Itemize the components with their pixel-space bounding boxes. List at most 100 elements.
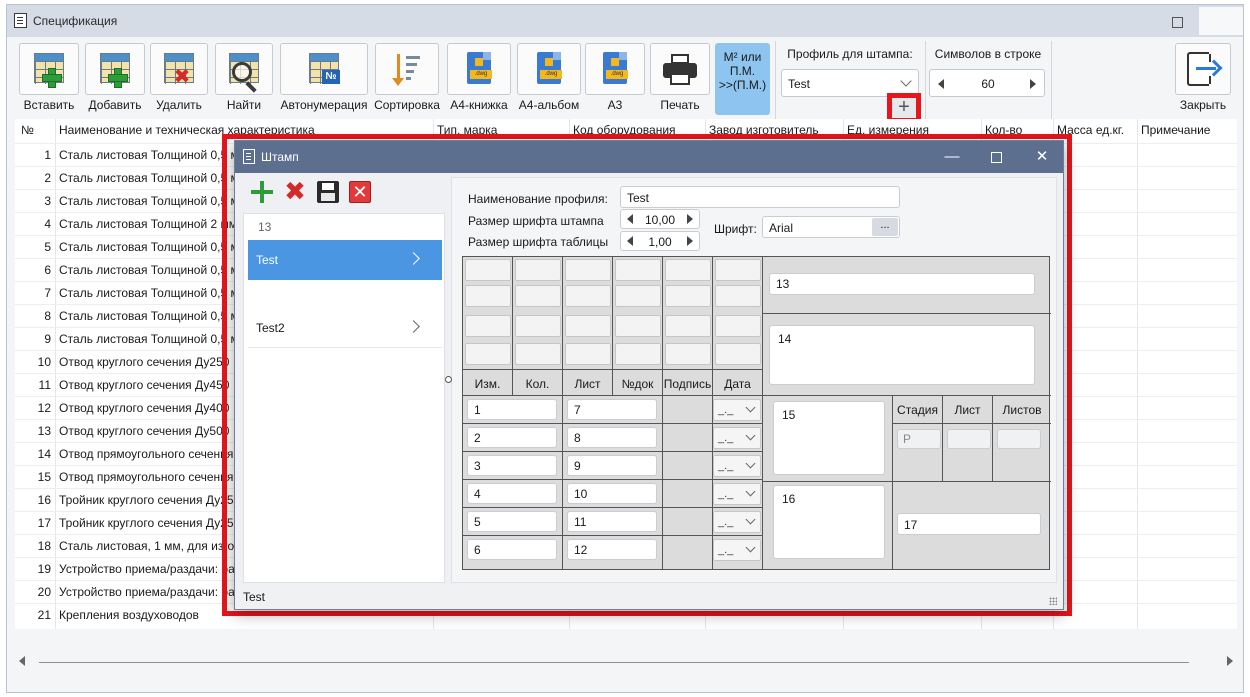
stamp-cell-input[interactable] — [565, 343, 611, 365]
find-button[interactable]: Найти — [213, 43, 275, 115]
stamp-sheet-input[interactable]: 9 — [567, 455, 657, 476]
row-name: Устройство приема/раздачи: ра — [59, 585, 235, 599]
dialog-maximize-button[interactable] — [981, 146, 1011, 168]
font-browse-button[interactable]: ... — [872, 218, 898, 236]
symbols-spinner[interactable]: 60 — [929, 69, 1045, 97]
sheet-input[interactable] — [947, 429, 991, 449]
stamp-date-dropdown[interactable]: _._ — [713, 483, 761, 505]
row-number: 21 — [37, 608, 51, 622]
resize-grip-icon[interactable] — [1049, 597, 1057, 605]
close-label: Закрыть — [1179, 98, 1227, 112]
stamp-cell-input[interactable] — [465, 343, 511, 365]
autonumber-button[interactable]: № Автонумерация — [277, 43, 371, 115]
decrement-icon[interactable] — [627, 214, 633, 224]
table-font-size-spinner[interactable]: 1,00 — [620, 231, 700, 251]
stamp-date-dropdown[interactable]: _._ — [713, 427, 761, 449]
dialog-minimize-button[interactable]: — — [937, 146, 967, 168]
stamp-cell-input[interactable] — [615, 343, 661, 365]
field-15-input[interactable]: 15 — [773, 401, 885, 475]
stamp-izm-input[interactable]: 3 — [467, 455, 557, 476]
scroll-right-icon[interactable] — [1227, 656, 1233, 666]
stamp-cell-input[interactable] — [615, 285, 661, 307]
field-17-input[interactable]: 17 — [897, 513, 1041, 535]
stamp-cell-input[interactable] — [565, 285, 611, 307]
stamp-izm-input[interactable]: 2 — [467, 427, 557, 448]
a3-button[interactable]: .dwg А3 — [583, 43, 647, 115]
stamp-izm-input[interactable]: 6 — [467, 539, 557, 560]
stamp-sheet-input[interactable]: 7 — [567, 399, 657, 420]
toolbar-separator — [925, 41, 926, 119]
field-13-input[interactable]: 13 — [769, 273, 1035, 295]
row-number: 10 — [37, 355, 51, 369]
printer-icon — [663, 54, 697, 86]
stamp-cell-input[interactable] — [515, 343, 561, 365]
a4-landscape-button[interactable]: .dwg А4-альбом — [515, 43, 583, 115]
chevron-down-icon — [900, 75, 912, 87]
insert-button[interactable]: Вставить — [17, 43, 81, 115]
stamp-cell-input[interactable] — [565, 315, 611, 337]
stamp-cell-input[interactable] — [515, 259, 561, 281]
stamp-cell-input[interactable] — [715, 285, 761, 307]
stamp-date-dropdown[interactable]: _._ — [713, 455, 761, 477]
splitter-handle[interactable] — [445, 376, 452, 383]
stamp-izm-input[interactable]: 5 — [467, 511, 557, 532]
stamp-cell-input[interactable] — [515, 285, 561, 307]
col-header-note[interactable]: Примечание — [1141, 123, 1237, 141]
stamp-cell-input[interactable] — [615, 259, 661, 281]
col-header-num[interactable]: № — [21, 123, 34, 141]
field-16-input[interactable]: 16 — [773, 485, 885, 559]
print-button[interactable]: Печать — [649, 43, 711, 115]
stamp-cell-input[interactable] — [665, 285, 711, 307]
scroll-left-icon[interactable] — [19, 656, 25, 666]
stamp-sheet-input[interactable]: 11 — [567, 511, 657, 532]
stamp-cell-input[interactable] — [665, 343, 711, 365]
field-14-input[interactable]: 14 — [769, 325, 1035, 385]
stamp-sheet-input[interactable]: 12 — [567, 539, 657, 560]
stamp-date-dropdown[interactable]: _._ — [713, 399, 761, 421]
row-divider — [463, 423, 763, 424]
scroll-track[interactable] — [39, 662, 1189, 663]
stamp-header-sheets: Листов — [1002, 403, 1042, 417]
chevron-down-icon — [745, 542, 756, 553]
increment-icon[interactable] — [687, 236, 693, 246]
sort-button[interactable]: Сортировка — [373, 43, 441, 115]
sheets-input[interactable] — [997, 429, 1041, 449]
a4-portrait-button[interactable]: .dwg А4-книжка — [445, 43, 513, 115]
stamp-font-size-spinner[interactable]: 10,00 — [620, 209, 700, 229]
decrement-icon[interactable] — [627, 236, 633, 246]
stamp-cell-input[interactable] — [465, 285, 511, 307]
profile-item[interactable]: Test2 — [248, 308, 442, 348]
horizontal-scrollbar[interactable] — [15, 650, 1237, 674]
increment-icon[interactable] — [1030, 79, 1036, 89]
stamp-date-dropdown[interactable]: _._ — [713, 511, 761, 533]
stamp-cell-input[interactable] — [465, 315, 511, 337]
stage-input[interactable]: Р — [897, 429, 941, 449]
stamp-sheet-input[interactable]: 10 — [567, 483, 657, 504]
dialog-close-button[interactable]: ✕ — [1027, 146, 1057, 168]
stamp-cell-input[interactable] — [565, 259, 611, 281]
delete-button[interactable]: ✖ Удалить — [149, 43, 209, 115]
stamp-cell-input[interactable] — [715, 343, 761, 365]
profile-label: Профиль для штампа: — [787, 47, 913, 61]
close-button[interactable]: Закрыть — [1173, 43, 1233, 115]
stamp-cell-input[interactable] — [615, 315, 661, 337]
stamp-izm-input[interactable]: 4 — [467, 483, 557, 504]
stamp-date-dropdown[interactable]: _._ — [713, 539, 761, 561]
stamp-cell-input[interactable] — [465, 259, 511, 281]
sort-icon — [392, 54, 421, 86]
profile-name-input[interactable]: Test — [620, 186, 900, 208]
stamp-izm-input[interactable]: 1 — [467, 399, 557, 420]
a4-portrait-label: А4-книжка — [450, 98, 508, 112]
maximize-button[interactable] — [1162, 11, 1192, 33]
stamp-cell-input[interactable] — [665, 315, 711, 337]
stamp-cell-input[interactable] — [515, 315, 561, 337]
add-button[interactable]: Добавить — [83, 43, 147, 115]
increment-icon[interactable] — [687, 214, 693, 224]
stamp-cell-input[interactable] — [665, 259, 711, 281]
stamp-cell-input[interactable] — [715, 259, 761, 281]
stamp-sheet-input[interactable]: 8 — [567, 427, 657, 448]
date-value: _._ — [718, 488, 734, 500]
m2-pm-toggle-button[interactable]: M² или П.М. >>(П.М.) — [715, 43, 770, 115]
stamp-cell-input[interactable] — [715, 315, 761, 337]
profile-item[interactable]: Test — [248, 240, 442, 280]
